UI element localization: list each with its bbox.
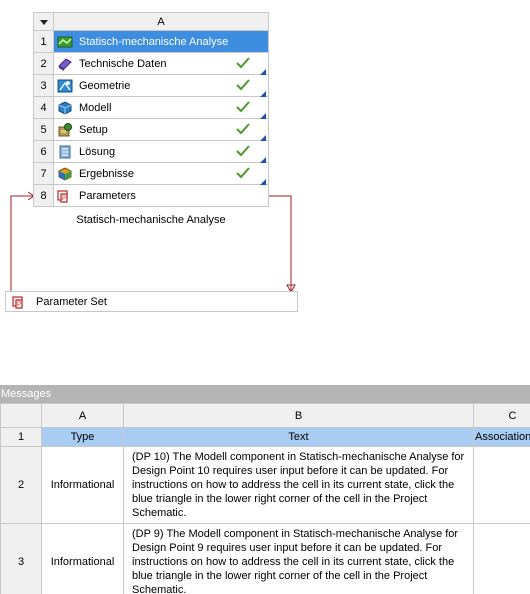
svg-text:P: P xyxy=(17,302,21,308)
up-to-date-check-icon xyxy=(236,78,250,92)
message-row[interactable]: 2 Informational (DP 10) The Modell compo… xyxy=(0,446,530,524)
solution-icon xyxy=(57,144,73,160)
type-header[interactable]: Type xyxy=(41,427,124,447)
message-association xyxy=(473,446,530,524)
analysis-system-block[interactable]: A 1 Statisch-mechanische Analyse 2 Technisc… xyxy=(33,12,269,207)
system-caption[interactable]: Statisch-mechanische Analyse xyxy=(33,214,269,226)
parameter-set-block[interactable]: P Parameter Set xyxy=(5,291,298,312)
results-icon xyxy=(57,166,73,182)
message-text: (DP 10) The Modell component in Statisch… xyxy=(123,446,474,524)
row-number: 1 xyxy=(33,30,54,53)
message-row[interactable]: 3 Informational (DP 9) The Modell compon… xyxy=(0,523,530,594)
corner-cell xyxy=(0,403,42,428)
cell-menu-triangle-icon[interactable] xyxy=(260,132,266,141)
engineering-data-icon xyxy=(57,56,73,72)
system-cell-solution[interactable]: Lösung xyxy=(53,140,269,163)
dropdown-triangle-icon xyxy=(39,19,48,25)
setup-icon xyxy=(57,122,73,138)
up-to-date-check-icon xyxy=(236,100,250,114)
parameters-icon: P xyxy=(12,294,28,310)
system-row[interactable]: 1 Statisch-mechanische Analyse xyxy=(33,30,269,53)
system-cell-results[interactable]: Ergebnisse xyxy=(53,162,269,185)
row-number: 2 xyxy=(33,52,54,75)
message-association xyxy=(473,523,530,594)
text-header[interactable]: Text xyxy=(123,427,474,447)
system-cell-setup[interactable]: Setup xyxy=(53,118,269,141)
row-number: 1 xyxy=(0,427,42,447)
messages-title: Messages xyxy=(0,385,530,403)
system-cell-model[interactable]: Modell xyxy=(53,96,269,119)
system-row[interactable]: 8 P Parameters xyxy=(33,184,269,207)
row-number: 8 xyxy=(33,184,54,207)
system-cell-parameters[interactable]: P Parameters xyxy=(53,184,269,207)
row-number: 2 xyxy=(0,446,42,524)
row-number: 7 xyxy=(33,162,54,185)
svg-text:P: P xyxy=(62,196,66,202)
cell-menu-triangle-icon[interactable] xyxy=(260,176,266,185)
geometry-icon xyxy=(57,78,73,94)
system-row[interactable]: 6 Lösung xyxy=(33,140,269,163)
system-row[interactable]: 3 Geometrie xyxy=(33,74,269,97)
static-structural-icon xyxy=(57,34,73,50)
system-menu-button[interactable] xyxy=(33,12,54,31)
column-header-b: B xyxy=(123,403,474,428)
system-cell-engineering-data[interactable]: Technische Daten xyxy=(53,52,269,75)
up-to-date-check-icon xyxy=(236,56,250,70)
system-cell-geometry[interactable]: Geometrie xyxy=(53,74,269,97)
column-header-a: A xyxy=(41,403,124,428)
up-to-date-check-icon xyxy=(236,166,250,180)
system-column-header: A xyxy=(53,12,269,31)
messages-panel: Messages A B C 1 Type Text Association 2… xyxy=(0,385,530,594)
cell-menu-triangle-icon[interactable] xyxy=(260,154,266,163)
system-cell-static-structural[interactable]: Statisch-mechanische Analyse xyxy=(53,30,269,53)
message-type: Informational xyxy=(41,446,124,524)
message-text: (DP 9) The Modell component in Statisch-… xyxy=(123,523,474,594)
system-row[interactable]: 4 Modell xyxy=(33,96,269,119)
row-number: 4 xyxy=(33,96,54,119)
system-cell-label: Statisch-mechanische Analyse xyxy=(79,35,229,48)
row-number: 5 xyxy=(33,118,54,141)
parameter-set-label: Parameter Set xyxy=(36,295,107,308)
column-header-c: C xyxy=(473,403,530,428)
cell-menu-triangle-icon[interactable] xyxy=(260,66,266,75)
message-type: Informational xyxy=(41,523,124,594)
system-row[interactable]: 5 Setup xyxy=(33,118,269,141)
row-number: 3 xyxy=(0,523,42,594)
up-to-date-check-icon xyxy=(236,144,250,158)
parameters-icon: P xyxy=(57,188,73,204)
model-icon xyxy=(57,100,73,116)
system-cell-label: Parameters xyxy=(79,189,136,202)
row-number: 6 xyxy=(33,140,54,163)
system-row[interactable]: 7 Ergebnisse xyxy=(33,162,269,185)
row-number: 3 xyxy=(33,74,54,97)
cell-menu-triangle-icon[interactable] xyxy=(260,88,266,97)
cell-menu-triangle-icon[interactable] xyxy=(260,110,266,119)
up-to-date-check-icon xyxy=(236,122,250,136)
association-header[interactable]: Association xyxy=(473,427,530,447)
system-row[interactable]: 2 Technische Daten xyxy=(33,52,269,75)
